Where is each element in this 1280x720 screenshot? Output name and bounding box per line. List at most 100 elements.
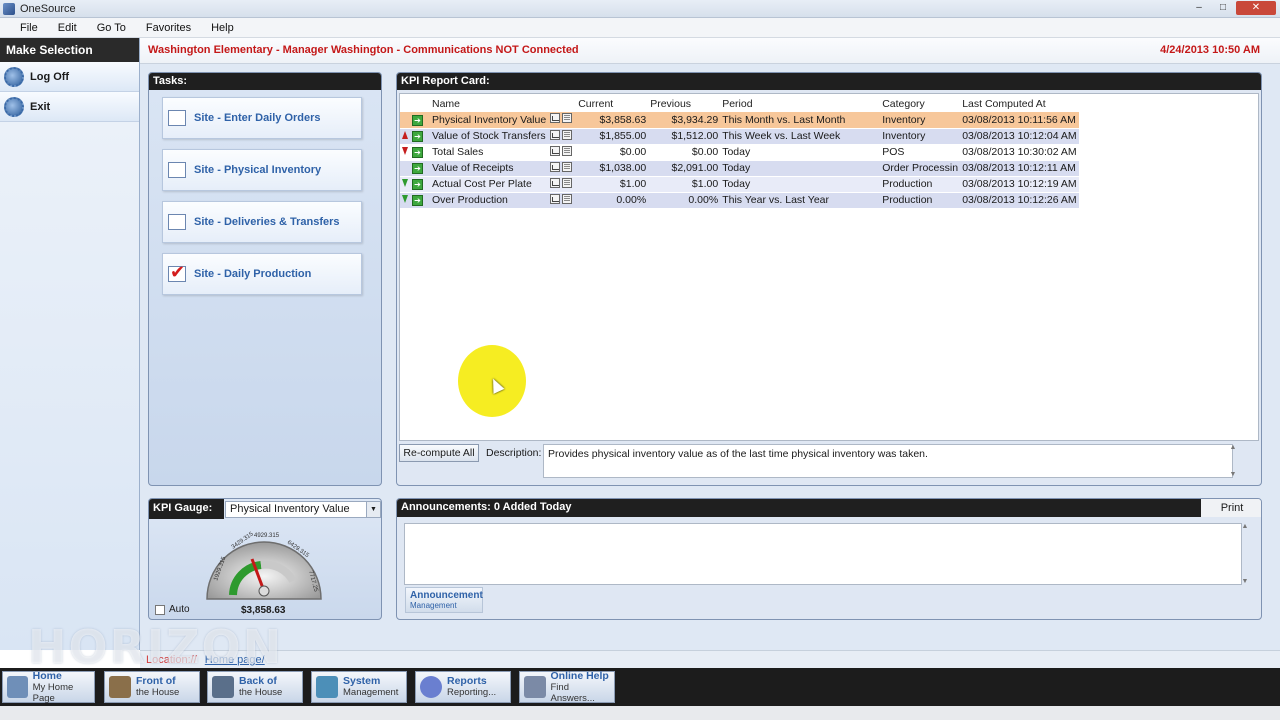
- menu-edit[interactable]: Edit: [58, 22, 77, 34]
- task-checkbox-checked[interactable]: [168, 262, 186, 283]
- go-arrow-icon[interactable]: ➔: [412, 195, 423, 206]
- window-titlebar: OneSource – □ ✕: [0, 0, 1280, 18]
- announcements-scrollbar[interactable]: ▲ ▼: [1239, 523, 1251, 585]
- status-bar: Washington Elementary - Manager Washingt…: [140, 38, 1280, 64]
- kpi-table-row[interactable]: ➔ Total Sales $0.00 $0.00 Today POS 03/08/2013…: [400, 144, 1079, 161]
- reports-pie-icon: [420, 676, 442, 698]
- go-arrow-icon[interactable]: ➔: [412, 114, 423, 126]
- chart-icon[interactable]: [550, 145, 561, 156]
- description-field[interactable]: Provides physical inventory value as of …: [543, 444, 1233, 478]
- sidebar-item-log-off[interactable]: Log Off: [0, 62, 139, 92]
- grid-icon[interactable]: [562, 145, 573, 156]
- go-arrow-icon[interactable]: ➔: [412, 131, 423, 142]
- nav-title: Online Help: [550, 669, 609, 682]
- nav-reports-button[interactable]: Reports Reporting...: [415, 671, 511, 703]
- grid-icon[interactable]: [562, 129, 573, 140]
- kpi-icon-cell: ➔: [410, 144, 430, 161]
- go-arrow-icon[interactable]: ➔: [412, 147, 423, 158]
- task-checkbox[interactable]: [168, 214, 186, 230]
- announcements-list[interactable]: [404, 523, 1242, 585]
- chart-icon[interactable]: [550, 129, 561, 140]
- gear-icon: [4, 66, 24, 87]
- kpi-table-row[interactable]: ➔ Actual Cost Per Plate $1.00 $1.00 Today Pro…: [400, 176, 1079, 193]
- menu-goto[interactable]: Go To: [97, 22, 126, 34]
- kpi-previous: $1.00: [648, 176, 721, 193]
- chart-icon[interactable]: [550, 177, 561, 188]
- minimize-button[interactable]: –: [1188, 1, 1210, 15]
- chart-icon[interactable]: [550, 161, 561, 172]
- grid-icon[interactable]: [562, 161, 573, 172]
- menu-favorites[interactable]: Favorites: [146, 22, 191, 34]
- nav-sub: Management: [343, 687, 399, 698]
- kpi-icon-cell: [548, 160, 577, 177]
- announcement-tab-sub: Management: [410, 601, 457, 610]
- go-arrow-icon[interactable]: ➔: [412, 163, 423, 174]
- sidebar-title: Make Selection: [0, 38, 139, 62]
- grid-icon[interactable]: [562, 113, 573, 124]
- kpi-period: Today: [720, 144, 881, 161]
- go-arrow-icon[interactable]: ➔: [412, 179, 423, 190]
- nav-sub: the House: [136, 687, 180, 698]
- kpi-gauge-select[interactable]: Physical Inventory Value ▼: [225, 501, 381, 518]
- task-daily-production[interactable]: Site - Daily Production: [162, 253, 362, 295]
- kpi-name: Actual Cost Per Plate: [430, 176, 549, 193]
- task-deliveries-transfers[interactable]: Site - Deliveries & Transfers: [162, 201, 362, 243]
- auto-toggle[interactable]: Auto: [155, 604, 190, 615]
- chart-icon[interactable]: [550, 193, 561, 204]
- menu-bar: File Edit Go To Favorites Help: [0, 18, 1280, 38]
- front-of-house-icon: [109, 676, 131, 698]
- maximize-button[interactable]: □: [1212, 1, 1234, 15]
- kpi-table-row[interactable]: ➔ Value of Receipts $1,038.00 $2,091.00 Toda…: [400, 160, 1079, 177]
- task-checkbox[interactable]: [168, 110, 186, 126]
- nav-home-button[interactable]: Home My Home Page: [2, 669, 95, 704]
- nav-sub: the House: [239, 687, 283, 698]
- auto-checkbox[interactable]: [155, 604, 165, 615]
- bottom-strip: [0, 706, 1280, 720]
- current-datetime: 4/24/2013 10:50 AM: [1160, 44, 1260, 56]
- description-scrollbar[interactable]: ▲ ▼: [1227, 444, 1239, 478]
- kpi-icon-cell: ➔: [410, 160, 430, 177]
- column-header-period[interactable]: Period: [720, 96, 880, 112]
- nav-back-of-house-button[interactable]: Back of the House: [207, 671, 303, 703]
- kpi-current: $0.00: [576, 144, 649, 161]
- kpi-category: Inventory: [880, 128, 961, 145]
- task-checkbox[interactable]: [168, 162, 186, 178]
- column-header-category[interactable]: Category: [880, 96, 960, 112]
- nav-title: Home: [32, 669, 62, 682]
- nav-system-management-button[interactable]: System Management: [311, 671, 407, 703]
- column-header-last-computed[interactable]: Last Computed At: [960, 96, 1078, 112]
- grid-icon[interactable]: [562, 177, 573, 188]
- column-header-previous[interactable]: Previous: [648, 96, 720, 112]
- task-enter-daily-orders[interactable]: Site - Enter Daily Orders: [162, 97, 362, 139]
- announcements-title: Announcements: 0 Added Today: [397, 499, 1201, 517]
- kpi-table-row[interactable]: ➔ Over Production 0.00% 0.00% This Year vs. …: [400, 192, 1079, 209]
- grid-icon[interactable]: [562, 193, 573, 204]
- gauge-tick: 4929.315: [254, 533, 280, 539]
- menu-file[interactable]: File: [20, 22, 38, 34]
- nav-online-help-button[interactable]: Online Help Find Answers...: [519, 669, 615, 704]
- kpi-name: Value of Stock Transfers: [430, 128, 549, 145]
- column-header-name[interactable]: Name: [430, 96, 548, 112]
- chart-icon[interactable]: [550, 113, 561, 124]
- kpi-icon-cell: [548, 128, 577, 145]
- trend-arrow-icon: [402, 147, 408, 155]
- menu-help[interactable]: Help: [211, 22, 234, 34]
- chevron-down-icon[interactable]: ▼: [366, 502, 380, 517]
- kpi-table-row[interactable]: ➔ Value of Stock Transfers $1,855.00 $1,512…: [400, 128, 1079, 145]
- sidebar-item-exit[interactable]: Exit: [0, 92, 139, 122]
- close-button[interactable]: ✕: [1236, 1, 1276, 15]
- kpi-icon-cell: ➔: [410, 112, 430, 129]
- print-button[interactable]: Print: [1201, 499, 1261, 517]
- kpi-current: $1,855.00: [576, 128, 649, 145]
- nav-title: Reports: [447, 675, 487, 687]
- kpi-icon-cell: [548, 192, 577, 209]
- announcement-management-button[interactable]: Announcement Management: [405, 587, 483, 613]
- kpi-current: $3,858.63: [576, 112, 649, 129]
- kpi-icon-cell: [548, 176, 577, 193]
- window-title: OneSource: [20, 2, 76, 15]
- column-header-current[interactable]: Current: [576, 96, 648, 112]
- task-physical-inventory[interactable]: Site - Physical Inventory: [162, 149, 362, 191]
- recompute-all-button[interactable]: Re-compute All: [399, 444, 479, 462]
- nav-front-of-house-button[interactable]: Front of the House: [104, 671, 200, 703]
- kpi-table-row[interactable]: ➔ Physical Inventory Value $3,858.63 $3,934…: [400, 112, 1079, 129]
